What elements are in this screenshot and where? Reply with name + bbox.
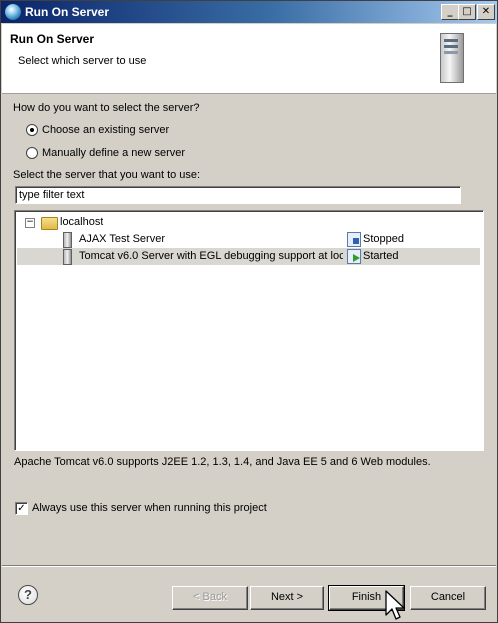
help-icon[interactable]: ? <box>18 585 38 605</box>
choose-existing-label[interactable]: Choose an existing server <box>42 124 169 136</box>
server-status: Stopped <box>363 233 404 245</box>
manual-define-radio[interactable] <box>26 147 38 159</box>
always-use-checkbox[interactable]: ✓ <box>15 502 28 515</box>
server-row[interactable]: AJAX Test Server Stopped <box>17 231 480 248</box>
collapse-icon[interactable]: − <box>25 218 35 228</box>
tree-node-localhost[interactable]: − localhost <box>17 214 480 231</box>
server-name: AJAX Test Server <box>79 233 165 245</box>
server-icon <box>63 249 72 265</box>
next-button[interactable]: Next > <box>250 586 324 610</box>
always-use-label[interactable]: Always use this server when running this… <box>32 502 267 514</box>
window-title: Run On Server <box>25 5 110 19</box>
server-banner-icon <box>440 33 464 83</box>
server-row[interactable]: Tomcat v6.0 Server with EGL debugging su… <box>17 248 480 265</box>
host-label: localhost <box>60 216 104 228</box>
folder-icon <box>41 217 58 230</box>
mouse-pointer-icon <box>385 590 405 620</box>
selection-question: How do you want to select the server? <box>13 102 200 114</box>
wizard-header: Run On Server Select which server to use <box>2 24 496 94</box>
close-button[interactable]: ✕ <box>477 4 495 20</box>
maximize-button[interactable]: □ <box>458 4 476 20</box>
server-name: Tomcat v6.0 Server with EGL debugging su… <box>79 250 343 262</box>
filter-label: Select the server that you want to use: <box>13 169 201 181</box>
server-icon <box>63 232 72 248</box>
server-stopped-icon <box>347 232 361 247</box>
manual-define-label[interactable]: Manually define a new server <box>42 147 185 159</box>
server-status: Started <box>363 250 399 262</box>
button-bar-separator <box>2 565 496 567</box>
page-title: Run On Server <box>10 32 95 46</box>
title-bar[interactable]: Run On Server _ □ ✕ <box>1 1 497 23</box>
server-tree[interactable]: − localhost AJAX Test Server Stopped Tom… <box>14 210 484 451</box>
eclipse-icon <box>5 4 21 20</box>
back-button[interactable]: < Back <box>172 586 248 610</box>
filter-input[interactable]: type filter text <box>15 186 461 204</box>
cancel-button[interactable]: Cancel <box>410 586 486 610</box>
choose-existing-radio[interactable] <box>26 124 38 136</box>
page-description: Select which server to use <box>18 55 147 67</box>
minimize-button[interactable]: _ <box>441 4 459 20</box>
run-on-server-dialog: Run On Server _ □ ✕ Run On Server Select… <box>0 0 498 623</box>
server-started-icon <box>347 249 361 264</box>
server-description: Apache Tomcat v6.0 supports J2EE 1.2, 1.… <box>14 456 431 468</box>
